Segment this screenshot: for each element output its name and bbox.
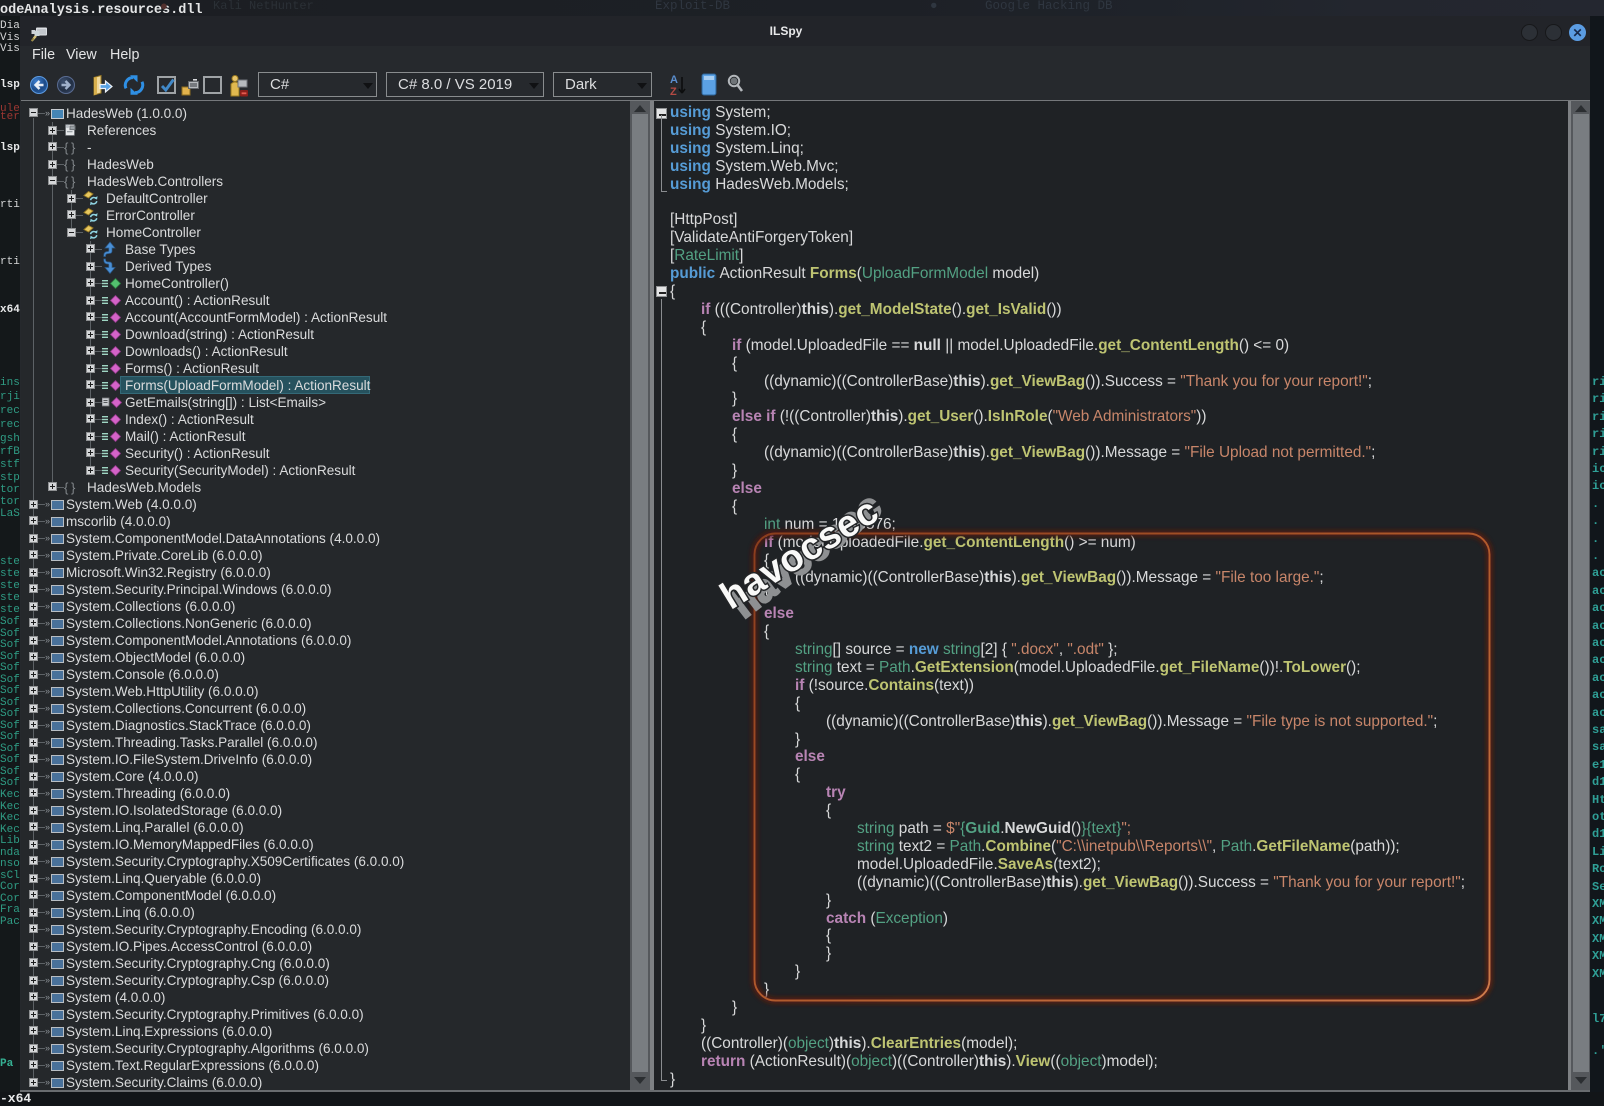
svg-text:A: A	[670, 74, 678, 86]
svg-text:Z: Z	[670, 86, 677, 98]
